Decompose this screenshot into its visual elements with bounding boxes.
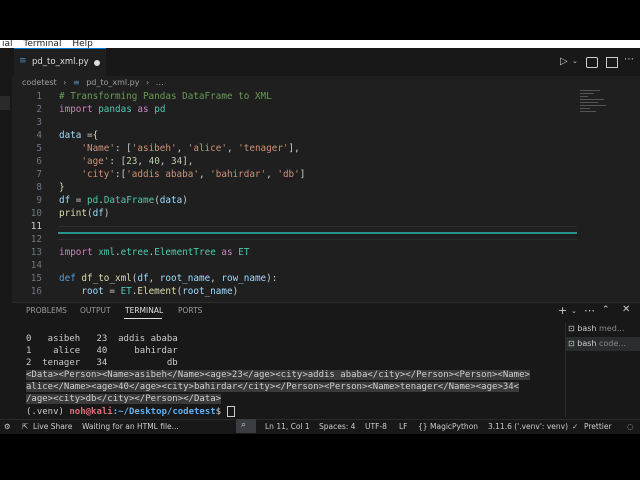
terminal-xml-line: /age><city>db</city></Person></Data> <box>26 394 222 404</box>
code-line-10[interactable]: print(df) <box>59 208 109 219</box>
search-icon: ⌕ <box>241 420 247 430</box>
prompt-path: :~/Desktop/codetest <box>112 407 216 417</box>
code-line-16[interactable]: root = ET.Element(root_name) <box>59 286 238 297</box>
code-line-4[interactable]: data ={ <box>59 130 98 141</box>
python-icon: {} <box>418 422 428 431</box>
menu-bar: ıal Terminal Help <box>0 40 640 48</box>
terminal-output-line: 0 asibeh 23 addis ababa <box>26 334 178 344</box>
more-actions-icon[interactable]: ⋯ <box>584 304 595 317</box>
line-number: 10 <box>30 208 42 219</box>
html-preview-status[interactable]: Waiting for an HTML file... <box>82 420 179 434</box>
code-line-13[interactable]: import xml.etree.ElementTree as ET <box>59 247 249 258</box>
activity-item-explorer[interactable] <box>0 96 10 110</box>
menu-item-partial[interactable]: ıal <box>2 40 13 48</box>
inline-chat-bar[interactable] <box>58 232 577 234</box>
terminal-list-item[interactable]: ⊡ bash med... <box>568 324 624 333</box>
split-editor-icon[interactable] <box>606 57 618 68</box>
run-dropdown-chevron-icon[interactable]: ⌄ <box>572 57 578 65</box>
code-comment: # Transforming Pandas DataFrame to XML <box>59 91 272 102</box>
python-file-icon: ≡ <box>19 56 27 66</box>
tab-output[interactable]: OUTPUT <box>80 306 111 315</box>
line-number: 8 <box>36 182 42 193</box>
line-number: 15 <box>30 273 42 284</box>
active-tab-indicator <box>124 318 162 319</box>
line-number: 7 <box>36 169 42 180</box>
end-of-line[interactable]: LF <box>399 420 408 434</box>
terminal-list-item-active[interactable]: ⊡ bash code... <box>568 339 626 348</box>
prettier-status[interactable]: Prettier <box>584 420 612 434</box>
live-share-icon: ⇱ <box>22 422 29 431</box>
terminal-xml-line: alice</Name><age>40</age><city>bahirdar<… <box>26 382 520 392</box>
terminal-output-line: 1 alice 40 bahirdar <box>26 346 178 356</box>
encoding[interactable]: UTF-8 <box>365 420 387 434</box>
code-line-5[interactable]: 'Name': ['asibeh', 'alice', 'tenager'], <box>59 143 299 154</box>
minimap[interactable] <box>580 90 610 120</box>
line-number-current: 11 <box>30 221 42 232</box>
line-number: 13 <box>30 247 42 258</box>
terminal-cursor <box>226 406 235 417</box>
breadcrumb-separator: › <box>63 78 67 87</box>
status-bar: ⚙ ⇱ Live Share Waiting for an HTML file.… <box>0 419 640 434</box>
new-terminal-icon[interactable]: + <box>558 304 567 317</box>
maximize-panel-icon[interactable]: ⌃ <box>602 305 610 315</box>
terminal-output-line: 2 tenager 34 db <box>26 358 178 368</box>
code-line-2[interactable]: import pandas as pd <box>59 104 165 115</box>
indentation[interactable]: Spaces: 4 <box>319 420 355 434</box>
code-line-6[interactable]: 'age': [23, 40, 34], <box>59 156 193 167</box>
editor-tab[interactable]: ≡ pd_to_xml.py <box>14 48 106 76</box>
language-mode[interactable]: MagicPython <box>430 420 478 434</box>
code-line-15[interactable]: def df_to_xml(df, root_name, row_name): <box>59 273 277 284</box>
line-number: 14 <box>30 260 42 271</box>
run-icon[interactable]: ▷ <box>560 56 568 67</box>
search-status-item[interactable]: ⌕ <box>236 419 256 433</box>
line-number: 4 <box>36 130 42 141</box>
notifications-icon[interactable]: ◌ <box>627 420 634 434</box>
prompt-venv: (.venv) <box>26 407 64 417</box>
line-number: 16 <box>30 286 42 297</box>
notifications-bell-icon[interactable]: ⚙ <box>4 420 11 434</box>
code-line-7[interactable]: 'city':['addis ababa', 'bahirdar', 'db'] <box>59 169 305 180</box>
line-number: 9 <box>36 195 42 206</box>
breadcrumb-file[interactable]: pd_to_xml.py <box>86 78 139 87</box>
python-interpreter[interactable]: 3.11.6 ('.venv': venv) <box>488 420 568 434</box>
tab-problems[interactable]: PROBLEMS <box>26 306 67 315</box>
open-preview-icon[interactable] <box>586 57 598 68</box>
terminal-icon: ⊡ <box>568 324 575 333</box>
cursor-position[interactable]: Ln 11, Col 1 <box>265 420 310 434</box>
terminal-dropdown-chevron-icon[interactable]: ⌄ <box>571 307 577 315</box>
terminal-icon: ⊡ <box>568 339 575 348</box>
breadcrumb: codetest › ≡ pd_to_xml.py › … <box>22 78 168 87</box>
code-line-1[interactable]: # Transforming Pandas DataFrame to XML <box>59 91 272 102</box>
unsaved-dot-icon[interactable] <box>94 60 100 66</box>
python-file-icon: ≡ <box>72 78 80 87</box>
line-number: 12 <box>30 234 42 245</box>
breadcrumb-folder[interactable]: codetest <box>22 78 57 87</box>
code-line-9[interactable]: df = pd.DataFrame(data) <box>59 195 188 206</box>
prompt-user: noh@kali <box>69 407 113 417</box>
check-icon: ✓ <box>572 422 579 431</box>
breadcrumb-separator: › <box>146 78 150 87</box>
line-number: 3 <box>36 117 42 128</box>
tab-terminal[interactable]: TERMINAL <box>125 306 163 315</box>
line-number: 5 <box>36 143 42 154</box>
tab-filename: pd_to_xml.py <box>32 57 89 67</box>
menu-item-help[interactable]: Help <box>72 40 93 48</box>
code-line-8[interactable]: } <box>59 182 65 193</box>
line-number: 1 <box>36 91 42 102</box>
terminal-xml-line: <Data><Person><Name>asibeh</Name><age>23… <box>26 370 530 380</box>
more-actions-icon[interactable]: ⋯ <box>624 54 634 65</box>
live-share-button[interactable]: Live Share <box>33 420 72 434</box>
tab-ports[interactable]: PORTS <box>178 306 202 315</box>
menu-item-terminal[interactable]: Terminal <box>23 40 61 48</box>
close-panel-icon[interactable]: ✕ <box>622 304 630 315</box>
activity-bar <box>0 76 12 422</box>
line-number: 6 <box>36 156 42 167</box>
breadcrumb-more[interactable]: … <box>156 78 164 87</box>
terminal-prompt[interactable]: (.venv) noh@kali:~/Desktop/codetest$ <box>26 406 235 417</box>
line-number: 2 <box>36 104 42 115</box>
prompt-symbol: $ <box>215 407 222 417</box>
